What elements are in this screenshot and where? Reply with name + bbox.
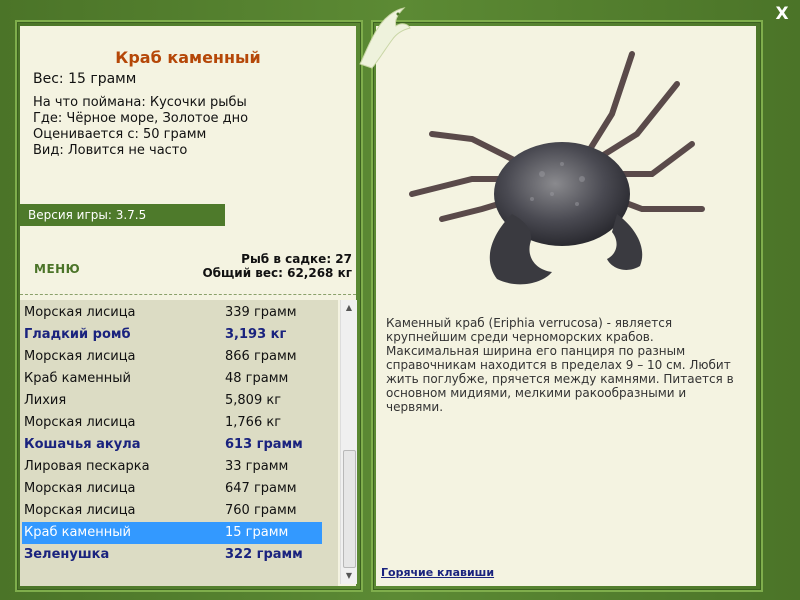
catch-list[interactable]: Морская лисица 339 грамм Гладкий ромб 3,193… bbox=[20, 300, 338, 586]
list-item-name: Лировая пескарка bbox=[24, 459, 150, 474]
list-item[interactable]: Краб каменный 15 грамм bbox=[22, 522, 322, 544]
list-item-name: Морская лисица bbox=[24, 415, 136, 430]
fish-weight: Вес: 15 грамм bbox=[33, 71, 137, 87]
list-item[interactable]: Краб каменный 48 грамм bbox=[22, 368, 322, 390]
list-item-weight: 866 грамм bbox=[225, 349, 297, 364]
location-info: Где: Чёрное море, Золотое дно bbox=[33, 111, 249, 126]
menu-button[interactable]: МЕНЮ bbox=[34, 262, 80, 276]
fish-title: Краб каменный bbox=[115, 48, 261, 67]
list-item-weight: 647 грамм bbox=[225, 481, 297, 496]
list-item[interactable]: Гладкий ромб 3,193 кг bbox=[22, 324, 322, 346]
hotkeys-link[interactable]: Горячие клавиши bbox=[381, 566, 494, 579]
scroll-thumb[interactable] bbox=[343, 450, 356, 568]
arrow-up-icon[interactable]: ▲ bbox=[341, 300, 357, 316]
list-item-name: Гладкий ромб bbox=[24, 327, 131, 342]
list-item[interactable]: Морская лисица 1,766 кг bbox=[22, 412, 322, 434]
list-item-weight: 5,809 кг bbox=[225, 393, 282, 408]
list-item-name: Морская лисица bbox=[24, 503, 136, 518]
list-item-name: Зеленушка bbox=[24, 547, 110, 562]
total-weight: Общий вес: 62,268 кг bbox=[202, 266, 352, 280]
list-item-weight: 613 грамм bbox=[225, 437, 303, 452]
list-item-weight: 1,766 кг bbox=[225, 415, 282, 430]
list-item[interactable]: Морская лисица 866 грамм bbox=[22, 346, 322, 368]
list-item-name: Краб каменный bbox=[24, 525, 131, 540]
list-item[interactable]: Морская лисица 647 грамм bbox=[22, 478, 322, 500]
list-item-weight: 339 грамм bbox=[225, 305, 297, 320]
list-item-name: Морская лисица bbox=[24, 349, 136, 364]
value-info: Оценивается с: 50 грамм bbox=[33, 127, 207, 142]
list-item-weight: 48 грамм bbox=[225, 371, 289, 386]
list-item-name: Морская лисица bbox=[24, 481, 136, 496]
close-button[interactable]: X bbox=[772, 4, 792, 24]
list-item[interactable]: Морская лисица 760 грамм bbox=[22, 500, 322, 522]
list-item[interactable]: Лихия 5,809 кг bbox=[22, 390, 322, 412]
list-item-name: Лихия bbox=[24, 393, 67, 408]
list-scrollbar[interactable]: ▲ ▼ bbox=[340, 300, 357, 584]
list-divider bbox=[20, 294, 356, 295]
list-item-weight: 322 грамм bbox=[225, 547, 303, 562]
crab-image bbox=[409, 51, 705, 285]
fish-description: Каменный краб (Eriphia verrucosa) - явля… bbox=[386, 316, 734, 414]
list-item-weight: 760 грамм bbox=[225, 503, 297, 518]
version-label: Версия игры: 3.7.5 bbox=[28, 208, 147, 222]
bait-info: На что поймана: Кусочки рыбы bbox=[33, 95, 247, 110]
close-icon: X bbox=[775, 4, 789, 24]
version-bar: Версия игры: 3.7.5 bbox=[20, 204, 225, 226]
list-item[interactable]: Зеленушка 322 грамм bbox=[22, 544, 322, 566]
list-item[interactable]: Морская лисица 339 грамм bbox=[22, 302, 322, 324]
arrow-down-icon[interactable]: ▼ bbox=[341, 568, 357, 584]
list-item-name: Краб каменный bbox=[24, 371, 131, 386]
list-item-weight: 33 грамм bbox=[225, 459, 289, 474]
rarity-info: Вид: Ловится не часто bbox=[33, 143, 188, 158]
list-item[interactable]: Лировая пескарка 33 грамм bbox=[22, 456, 322, 478]
list-item-weight: 15 грамм bbox=[225, 525, 289, 540]
list-item-name: Морская лисица bbox=[24, 305, 136, 320]
list-item[interactable]: Кошачья акула 613 грамм bbox=[22, 434, 322, 456]
catch-count: Рыб в садке: 27 bbox=[241, 252, 352, 266]
list-item-name: Кошачья акула bbox=[24, 437, 141, 452]
list-item-weight: 3,193 кг bbox=[225, 327, 287, 342]
